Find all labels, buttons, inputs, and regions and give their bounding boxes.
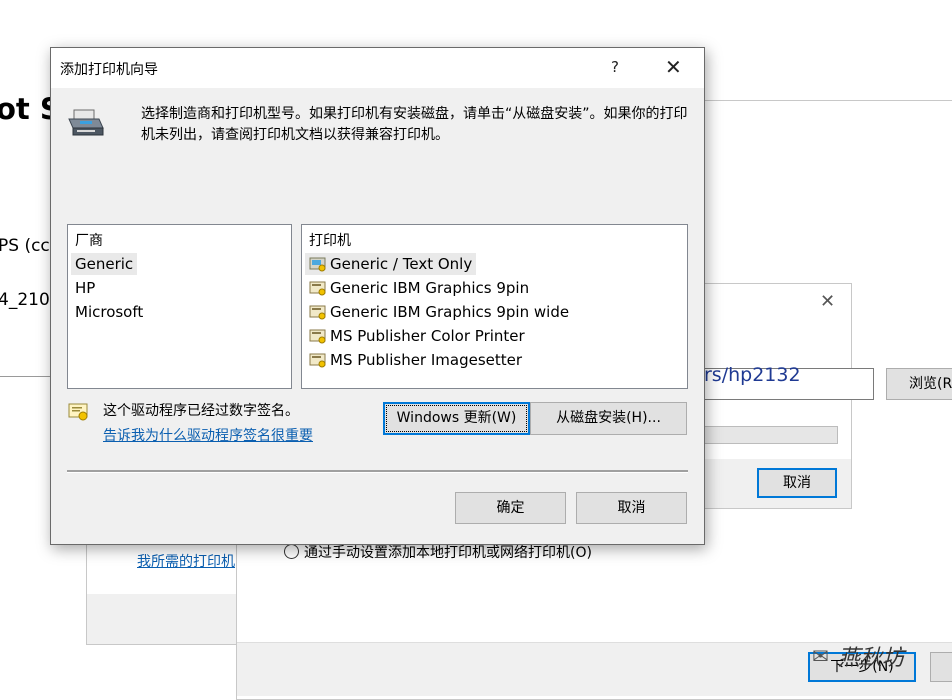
browse-button[interactable]: 浏览(R bbox=[886, 368, 952, 400]
help-button[interactable]: ? bbox=[611, 58, 619, 76]
manual-setup-radio[interactable] bbox=[284, 544, 299, 559]
printer-item[interactable]: MS Publisher Color Printer bbox=[305, 325, 529, 347]
printer-item-label: MS Publisher Imagesetter bbox=[330, 351, 523, 369]
printer-item[interactable]: Generic IBM Graphics 9pin bbox=[305, 277, 533, 299]
path-input-value: rs/hp2132 bbox=[704, 364, 801, 386]
printer-item[interactable]: Generic / Text Only bbox=[305, 253, 477, 275]
progress-bar bbox=[704, 426, 838, 444]
driver-printer-icon bbox=[309, 305, 326, 320]
driver-printer-icon bbox=[309, 281, 326, 296]
printer-item[interactable]: MS Publisher Imagesetter bbox=[305, 349, 526, 371]
printer-list-header: 打印机 bbox=[309, 233, 351, 249]
background-cancel-button[interactable] bbox=[930, 652, 952, 682]
manual-setup-radio-label[interactable]: 通过手动设置添加本地打印机或网络打印机(O) bbox=[304, 542, 592, 562]
driver-printer-icon bbox=[309, 329, 326, 344]
printer-icon bbox=[66, 108, 106, 142]
ok-button[interactable]: 确定 bbox=[455, 492, 566, 524]
background-window-c-close-icon[interactable]: ✕ bbox=[820, 291, 835, 312]
dialog-separator bbox=[67, 470, 688, 473]
background-divider bbox=[0, 376, 52, 377]
windows-update-focus-ring bbox=[386, 405, 527, 432]
manufacturer-item[interactable]: Generic bbox=[71, 253, 138, 275]
cancel-button[interactable]: 取消 bbox=[576, 492, 687, 524]
background-window-c-cancel-button[interactable]: 取消 bbox=[757, 468, 837, 498]
driver-printer-icon bbox=[309, 257, 326, 272]
driver-printer-icon bbox=[309, 353, 326, 368]
watermark-text: 燕秋坊 bbox=[838, 646, 905, 671]
have-disk-button[interactable]: 从磁盘安装(H)... bbox=[530, 402, 687, 435]
background-window-a-footer bbox=[87, 594, 245, 644]
background-printer-not-listed-link[interactable]: 我所需的打印机 bbox=[137, 551, 235, 571]
signing-info-link[interactable]: 告诉我为什么驱动程序签名很重要 bbox=[103, 425, 313, 445]
printer-item[interactable]: Generic IBM Graphics 9pin wide bbox=[305, 301, 573, 323]
certificate-icon bbox=[68, 402, 90, 426]
manufacturer-list-header: 厂商 bbox=[75, 233, 103, 249]
driver-signed-text: 这个驱动程序已经过数字签名。 bbox=[103, 403, 299, 419]
printer-item-label: Generic IBM Graphics 9pin wide bbox=[330, 303, 570, 321]
instructions-text: 选择制造商和打印机型号。如果打印机有安装磁盘，请单击“从磁盘安装”。如果你的打印… bbox=[141, 106, 688, 143]
background-text-2: 4_210 bbox=[0, 290, 50, 310]
background-text-1: PS (cc bbox=[0, 236, 50, 256]
printer-item-label: Generic / Text Only bbox=[330, 255, 473, 273]
printer-item-label: Generic IBM Graphics 9pin bbox=[330, 279, 530, 297]
printer-item-label: MS Publisher Color Printer bbox=[330, 327, 525, 345]
close-icon[interactable]: ✕ bbox=[665, 55, 682, 79]
wechat-watermark-icon: ✉ bbox=[812, 644, 829, 668]
manufacturer-item[interactable]: Microsoft bbox=[71, 301, 147, 323]
manufacturer-item[interactable]: HP bbox=[71, 277, 99, 299]
dialog-title: 添加打印机向导 bbox=[60, 62, 158, 78]
